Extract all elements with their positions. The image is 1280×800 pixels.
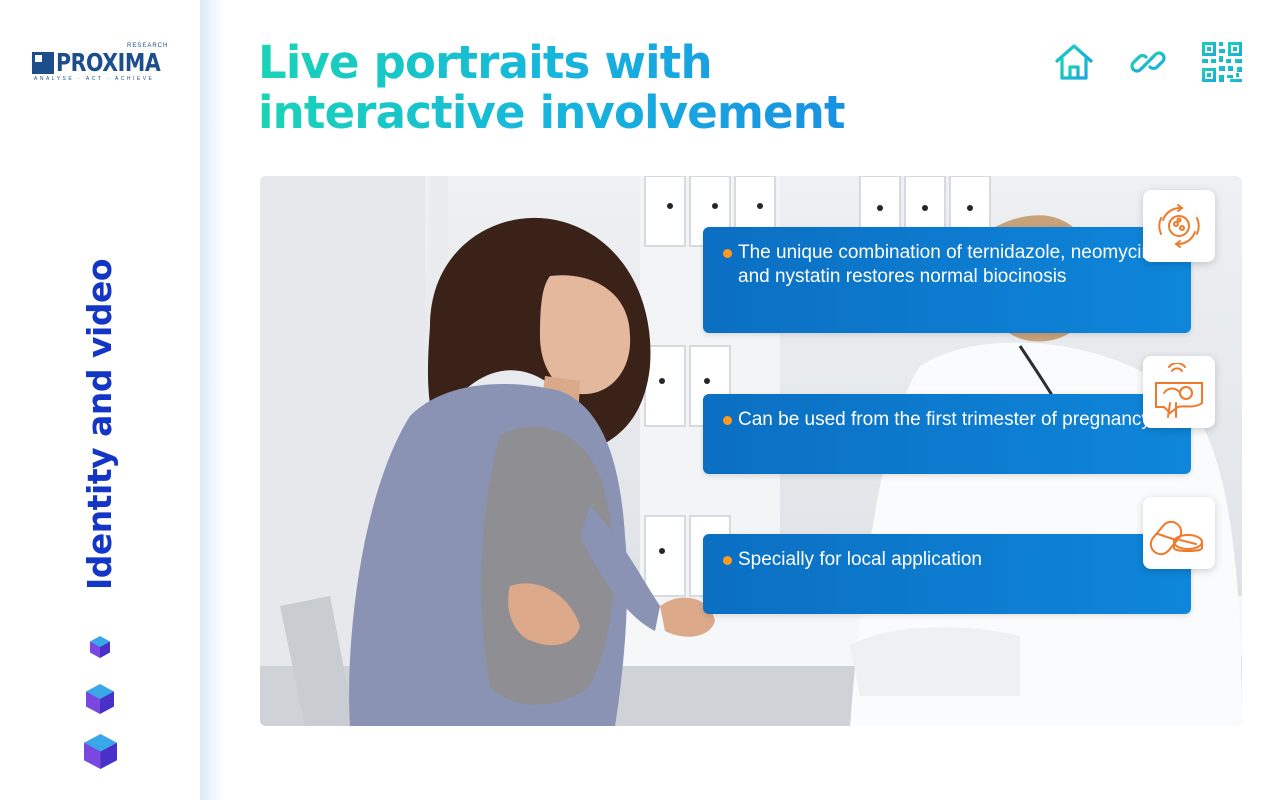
capsule-pill-icon	[1143, 497, 1215, 569]
feature-text: The unique combination of ternidazole, n…	[738, 242, 1153, 287]
feature-text: Specially for local application	[738, 549, 982, 570]
feature-card: The unique combination of ternidazole, n…	[703, 227, 1191, 333]
logo-tagline: ANALYSE · ACT · ACHIEVE	[34, 76, 155, 82]
logo-word: PROXIMA	[56, 48, 161, 77]
proxima-logo[interactable]: PROXIMA RESEARCH ANALYSE · ACT · ACHIEVE	[32, 43, 172, 86]
cube-icon[interactable]	[84, 734, 117, 769]
cube-icon[interactable]	[90, 636, 110, 658]
bullet-dot	[723, 556, 732, 565]
logo-mark	[32, 52, 54, 74]
bullet-dot	[723, 249, 732, 258]
feature-card: Specially for local application	[703, 534, 1191, 614]
molecule-cycle-icon	[1143, 190, 1215, 262]
bullet-dot	[723, 416, 732, 425]
sidebar: PROXIMA RESEARCH ANALYSE · ACT · ACHIEVE…	[0, 0, 200, 800]
top-toolbar	[1052, 40, 1244, 84]
sidebar-divider	[200, 0, 226, 800]
section-title: Identity and video	[80, 258, 119, 590]
qr-code-icon[interactable]	[1200, 40, 1244, 84]
hero-image: The unique combination of ternidazole, n…	[260, 176, 1242, 726]
home-icon[interactable]	[1052, 40, 1096, 84]
cube-icon[interactable]	[86, 684, 114, 714]
ultrasound-fetus-icon	[1143, 356, 1215, 428]
page-title: Live portraits with interactive involvem…	[258, 38, 978, 138]
logo-superscript: RESEARCH	[127, 43, 169, 49]
feature-card: Can be used from the first trimester of …	[703, 394, 1191, 474]
feature-text: Can be used from the first trimester of …	[738, 409, 1151, 430]
link-icon[interactable]	[1126, 40, 1170, 84]
